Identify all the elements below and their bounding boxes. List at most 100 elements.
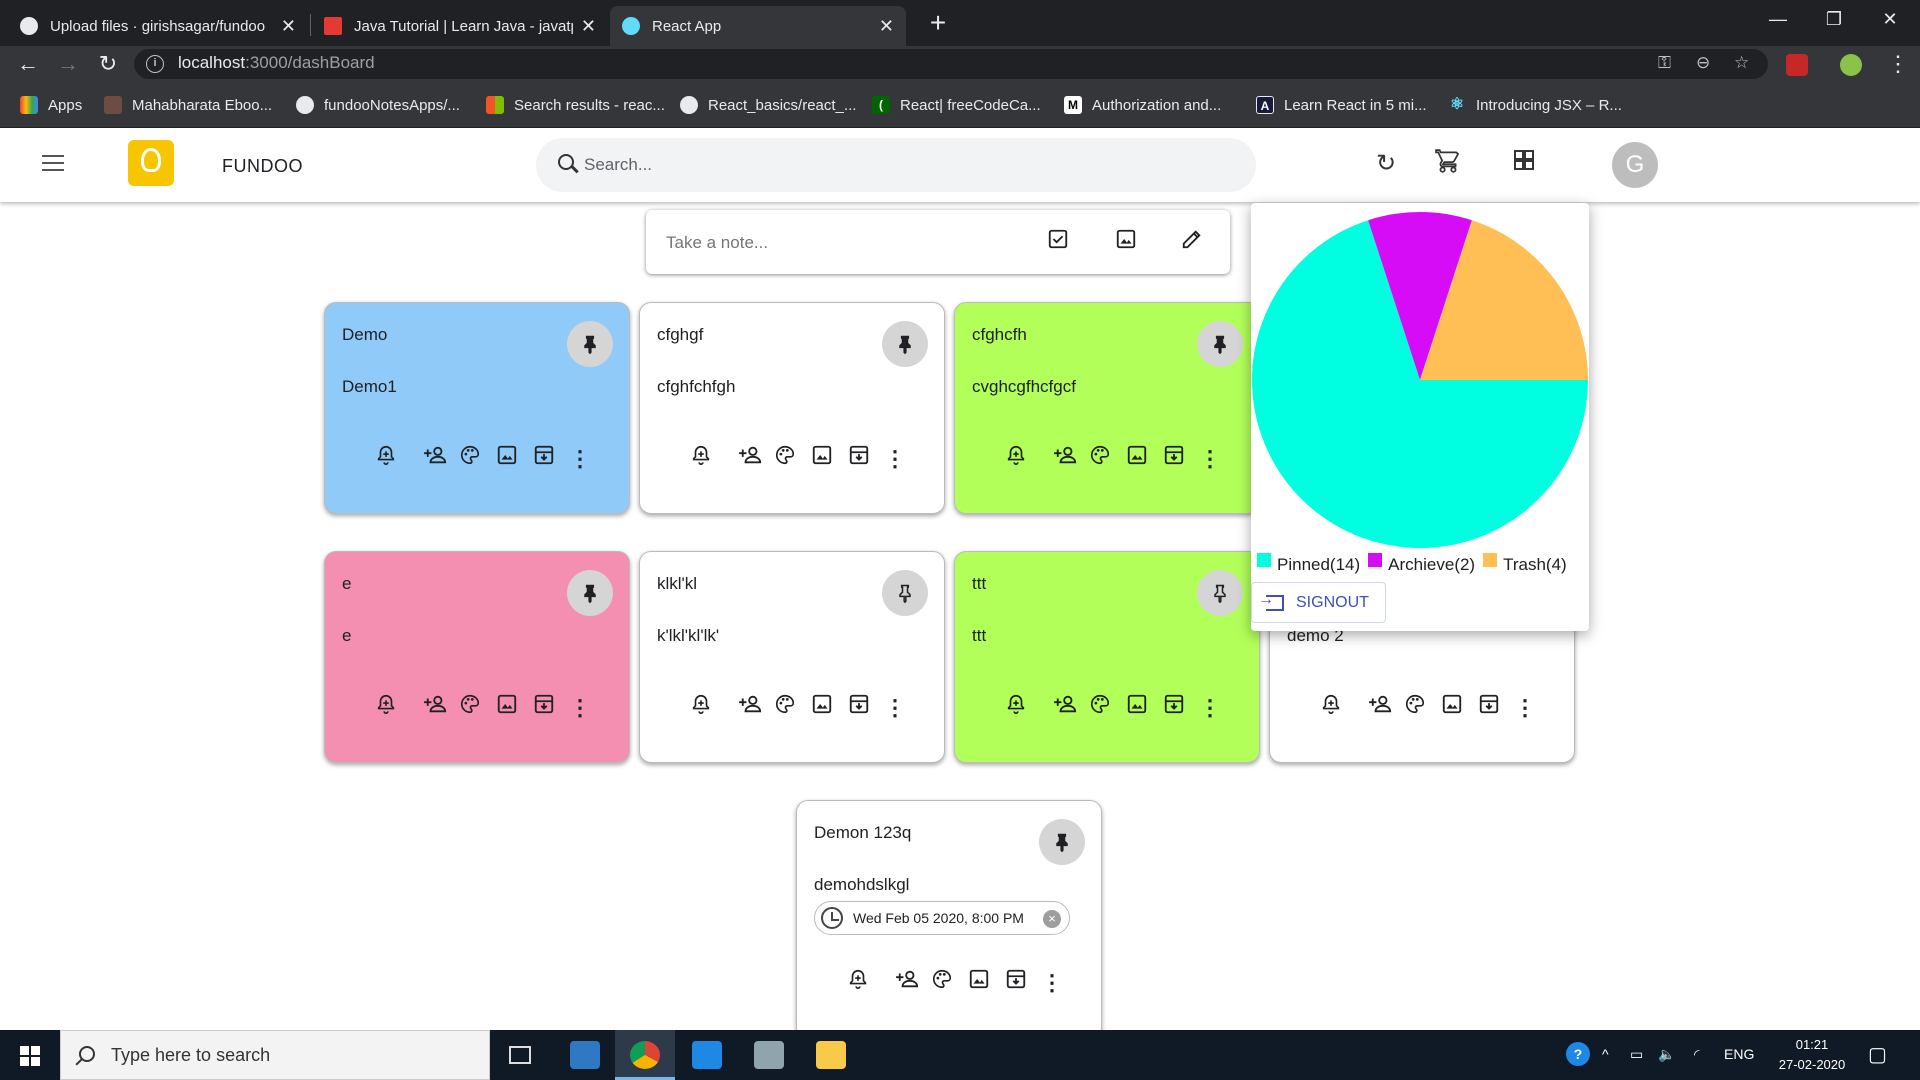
back-button[interactable]: ← — [10, 46, 46, 82]
grid-view-icon[interactable] — [1508, 148, 1540, 180]
image-icon[interactable] — [492, 693, 522, 723]
image-icon[interactable] — [1112, 228, 1140, 256]
more-vert-icon[interactable]: ⋮ — [1195, 693, 1225, 723]
bookmark-fundoo-notes[interactable]: fundooNotesApps/... — [296, 94, 460, 116]
note-card[interactable]: Demo Demo1 ⋮ — [324, 302, 630, 514]
image-icon[interactable] — [492, 444, 522, 474]
image-icon[interactable] — [1122, 693, 1152, 723]
more-vert-icon[interactable]: ⋮ — [880, 444, 910, 474]
note-body[interactable]: ttt — [972, 626, 986, 646]
note-body[interactable]: e — [342, 626, 351, 646]
add-collaborator-icon[interactable] — [1366, 693, 1396, 723]
menu-dots-icon[interactable]: ⋮ — [1880, 46, 1916, 82]
volume-icon[interactable]: 🔈 — [1658, 1046, 1675, 1063]
note-title[interactable]: cfghgf — [657, 325, 703, 345]
note-card[interactable]: klkl'kl k'lkl'kl'lk' ⋮ — [639, 551, 945, 763]
zoom-icon[interactable]: ⊖ — [1696, 53, 1710, 73]
palette-icon[interactable] — [770, 444, 800, 474]
note-title[interactable]: e — [342, 574, 351, 594]
window-close-button[interactable]: ✕ — [1860, 0, 1920, 38]
pin-button[interactable] — [567, 321, 613, 367]
image-icon[interactable] — [807, 693, 837, 723]
minimize-button[interactable]: — — [1748, 0, 1808, 38]
image-icon[interactable] — [807, 444, 837, 474]
system-clock[interactable]: 01:21 27-02-2020 — [1772, 1035, 1852, 1075]
restore-button[interactable]: ❐ — [1804, 0, 1864, 38]
note-title[interactable]: ttt — [972, 574, 986, 594]
forward-button[interactable]: → — [50, 46, 86, 82]
search-icon[interactable] — [558, 154, 574, 170]
language-indicator[interactable]: ENG — [1724, 1046, 1754, 1062]
wifi-icon[interactable]: ◜ — [1694, 1046, 1699, 1063]
pin-button[interactable] — [882, 321, 928, 367]
reminder-bell-icon[interactable] — [843, 968, 873, 998]
bookmark-introducing-jsx[interactable]: ⚛ Introducing JSX – R... — [1448, 94, 1622, 116]
cart-icon[interactable] — [1432, 148, 1464, 180]
extension-icon[interactable] — [1786, 54, 1808, 76]
browser-tab-react-app[interactable]: React App ✕ — [610, 6, 906, 46]
close-icon[interactable]: ✕ — [281, 16, 296, 37]
archive-icon[interactable] — [844, 693, 874, 723]
pin-button[interactable] — [567, 570, 613, 616]
bookmark-apps[interactable]: Apps — [20, 94, 82, 116]
note-card[interactable]: ttt ttt ⋮ — [954, 551, 1260, 763]
palette-icon[interactable] — [1400, 693, 1430, 723]
note-body[interactable]: cvghcgfhcfgcf — [972, 377, 1076, 397]
bookmark-react-basics[interactable]: React_basics/react_... — [680, 94, 856, 116]
task-view-button[interactable] — [490, 1030, 550, 1080]
archive-icon[interactable] — [1159, 693, 1189, 723]
reminder-bell-icon[interactable] — [686, 444, 716, 474]
close-icon[interactable]: ✕ — [581, 16, 596, 37]
pin-button[interactable] — [1197, 570, 1243, 616]
archive-icon[interactable] — [1001, 968, 1031, 998]
pin-button[interactable] — [1039, 819, 1085, 865]
pin-button[interactable] — [1197, 321, 1243, 367]
note-body[interactable]: cfghfchfgh — [657, 377, 735, 397]
palette-icon[interactable] — [1085, 693, 1115, 723]
image-icon[interactable] — [1122, 444, 1152, 474]
taskbar-app-paint[interactable] — [739, 1030, 799, 1080]
url-text[interactable]: localhost:3000/dashBoard — [178, 53, 375, 73]
checkbox-icon[interactable] — [1044, 228, 1072, 256]
notification-icon[interactable]: ▢ — [1868, 1042, 1887, 1067]
take-note-bar[interactable] — [646, 210, 1230, 274]
reminder-bell-icon[interactable] — [1001, 444, 1031, 474]
bookmark-mahabharata[interactable]: Mahabharata Eboo... — [104, 94, 272, 116]
remove-reminder-icon[interactable]: × — [1043, 910, 1061, 928]
archive-icon[interactable] — [844, 444, 874, 474]
bookmark-learn-react[interactable]: A Learn React in 5 mi... — [1256, 94, 1427, 116]
reminder-bell-icon[interactable] — [371, 693, 401, 723]
more-vert-icon[interactable]: ⋮ — [565, 693, 595, 723]
palette-icon[interactable] — [1085, 444, 1115, 474]
image-icon[interactable] — [1437, 693, 1467, 723]
battery-icon[interactable]: ▭ — [1630, 1046, 1643, 1063]
note-body[interactable]: demohdslkgl — [814, 875, 909, 895]
bookmark-authorization[interactable]: M Authorization and... — [1064, 94, 1221, 116]
note-body[interactable]: k'lkl'kl'lk' — [657, 626, 719, 646]
windows-start-button[interactable] — [0, 1030, 60, 1080]
note-body[interactable]: Demo1 — [342, 377, 397, 397]
bookmark-search-results[interactable]: Search results - reac... — [486, 94, 665, 116]
menu-icon[interactable] — [42, 155, 64, 173]
info-icon[interactable]: i — [146, 55, 164, 73]
reload-button[interactable]: ↻ — [90, 46, 126, 82]
more-vert-icon[interactable]: ⋮ — [1510, 693, 1540, 723]
reminder-bell-icon[interactable] — [1001, 693, 1031, 723]
taskbar-app-vscode[interactable] — [677, 1030, 737, 1080]
note-card[interactable]: Demon 123q demohdslkgl Wed Feb 05 2020, 8:… — [796, 800, 1102, 1040]
note-title[interactable]: klkl'kl — [657, 574, 697, 594]
note-title[interactable]: cfghcfh — [972, 325, 1027, 345]
taskbar-app-explorer[interactable] — [801, 1030, 861, 1080]
archive-icon[interactable] — [1159, 444, 1189, 474]
note-card[interactable]: cfghgf cfghfchfgh ⋮ — [639, 302, 945, 514]
browser-tab-java-tutorial[interactable]: Java Tutorial | Learn Java - javatp ✕ — [312, 6, 608, 46]
close-icon[interactable]: ✕ — [879, 16, 894, 37]
refresh-icon[interactable]: ↻ — [1370, 148, 1402, 180]
taskbar-search-box[interactable]: Type here to search — [60, 1030, 490, 1080]
take-note-input[interactable] — [666, 230, 1026, 256]
palette-icon[interactable] — [455, 444, 485, 474]
bookmark-freecodecamp[interactable]: (React| freeCodeCa... — [872, 94, 1041, 116]
avatar[interactable]: G — [1612, 142, 1658, 188]
palette-icon[interactable] — [770, 693, 800, 723]
reminder-bell-icon[interactable] — [686, 693, 716, 723]
